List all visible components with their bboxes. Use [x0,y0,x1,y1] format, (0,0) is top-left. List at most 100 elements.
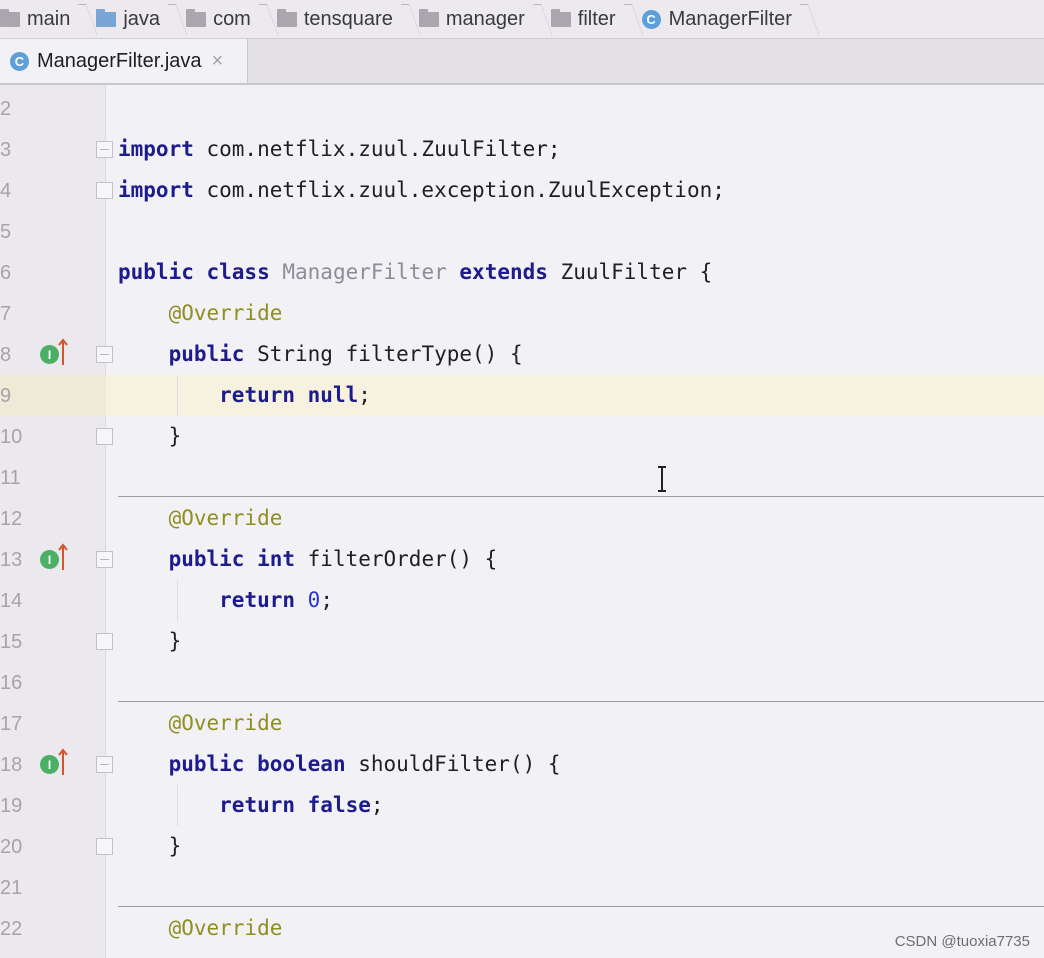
code-line[interactable]: 16 [0,662,1044,703]
code-line[interactable]: 20 } [0,826,1044,867]
code-token: public int [168,547,296,571]
breadcrumb-label: ManagerFilter [668,7,792,30]
line-number: 6 [0,262,12,284]
code-token: filterOrder() { [295,547,498,571]
override-arrow-icon[interactable] [58,543,68,571]
breadcrumb-item-managerfilter[interactable]: C ManagerFilter [634,0,810,38]
code-line[interactable]: 18 public boolean shouldFilter() { [0,744,1044,785]
code-line[interactable]: 3 import com.netflix.zuul.ZuulFilter; [0,129,1044,170]
code-token: @Override [168,711,283,735]
fold-end-icon[interactable] [96,428,113,445]
breadcrumb-label: manager [445,7,525,30]
code-line[interactable]: 13 public int filterOrder() { [0,539,1044,580]
code-text: public int filterOrder() { [118,547,498,571]
line-number: 10 [0,426,23,448]
code-text: @Override [118,916,283,940]
code-token: @Override [168,301,283,325]
close-tab-icon[interactable]: × [212,50,224,73]
implements-method-icon[interactable]: I [40,550,59,569]
override-arrow-icon[interactable] [58,748,68,776]
code-text: } [118,424,182,448]
code-line[interactable]: 11 [0,457,1044,498]
tab-label: ManagerFilter.java [37,49,202,72]
breadcrumb-item-filter[interactable]: filter [543,0,634,38]
folder-icon [186,8,207,27]
fold-toggle-icon[interactable] [96,141,113,158]
code-token: ZuulFilter { [547,260,713,284]
code-text: @Override [118,506,283,530]
code-text: @Override [118,711,283,735]
fold-toggle-icon[interactable] [96,551,113,568]
line-number: 5 [0,221,12,243]
code-text: import com.netflix.zuul.ZuulFilter; [118,137,561,161]
fold-toggle-icon[interactable] [96,346,113,363]
indent-guide [176,785,178,826]
line-number: 2 [0,98,12,120]
line-number: 19 [0,795,23,817]
folder-icon [418,8,439,27]
class-icon: C [641,9,661,29]
implements-method-icon[interactable]: I [40,345,59,364]
breadcrumb-item-tensquare[interactable]: tensquare [269,0,411,38]
code-text: return 0; [118,588,333,612]
code-line[interactable]: 21 [0,867,1044,908]
breadcrumb-label: java [123,7,161,30]
code-token: import [118,137,194,161]
code-token: ; [358,383,371,407]
code-token: shouldFilter() { [345,752,561,776]
line-number: 21 [0,877,23,899]
override-arrow-icon[interactable] [58,338,68,366]
code-text: public boolean shouldFilter() { [118,752,561,776]
code-line[interactable]: 22 @Override [0,908,1044,949]
code-text: } [118,629,182,653]
implements-method-icon[interactable]: I [40,755,59,774]
fold-toggle-icon[interactable] [96,756,113,773]
code-text: import com.netflix.zuul.exception.ZuulEx… [118,178,725,202]
method-separator [118,496,1044,497]
code-line[interactable]: 7 @Override [0,293,1044,334]
code-editor[interactable]: 2 3 import com.netflix.zuul.ZuulFilter; 4 im… [0,85,1044,958]
code-text: public class ManagerFilter extends ZuulF… [118,260,712,284]
tab-managerfilter-java[interactable]: C ManagerFilter.java × [0,39,248,83]
code-line[interactable]: 15 } [0,621,1044,662]
code-line[interactable]: 5 [0,211,1044,252]
watermark: CSDN @tuoxia7735 [894,933,1030,950]
code-line[interactable]: 6 public class ManagerFilter extends Zuul… [0,252,1044,293]
breadcrumb-item-com[interactable]: com [178,0,269,38]
code-line[interactable]: 19 return false; [0,785,1044,826]
code-line[interactable]: 17 @Override [0,703,1044,744]
breadcrumb-item-java[interactable]: java [88,0,178,38]
line-number: 9 [0,385,12,407]
line-number: 11 [0,467,21,489]
fold-end-icon[interactable] [96,838,113,855]
code-line[interactable]: 4 import com.netflix.zuul.exception.ZuulE… [0,170,1044,211]
breadcrumb-item-manager[interactable]: manager [411,0,543,38]
breadcrumb-item-main[interactable]: main [0,0,88,38]
text-cursor-icon [658,466,666,492]
code-token: com.netflix.zuul.ZuulFilter; [193,137,561,161]
editor-tab-bar: C ManagerFilter.java × [0,39,1044,85]
fold-end-icon[interactable] [96,633,113,650]
breadcrumb-label: filter [577,7,616,30]
code-line[interactable]: 8 public String filterType() { [0,334,1044,375]
navigation-breadcrumb: main java com tensquare manager filter C Manage… [0,0,1044,39]
method-separator [118,906,1044,907]
line-number: 15 [0,631,23,653]
code-token: public class [118,260,270,284]
code-line[interactable]: 14 return 0; [0,580,1044,621]
code-line[interactable]: 2 [0,88,1044,129]
fold-end-icon[interactable] [96,182,113,199]
code-line[interactable]: 9 return null; [0,375,1044,416]
code-line[interactable]: 12 @Override [0,498,1044,539]
code-line[interactable]: 10 } [0,416,1044,457]
line-number: 12 [0,508,23,530]
